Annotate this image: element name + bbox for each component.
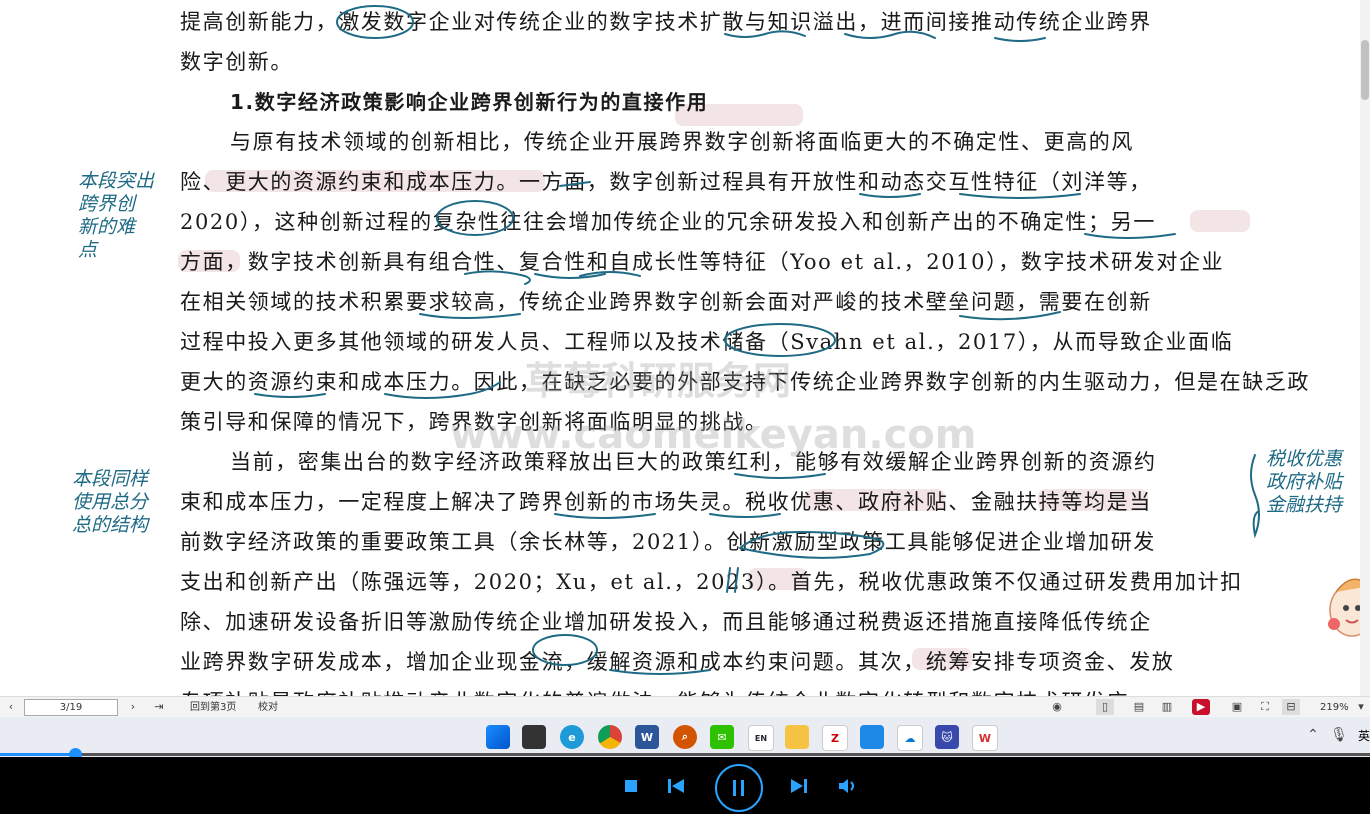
doc-line-13: 束和成本压力，一定程度上解决了跨界创新的市场失灵。税收优惠、政府补贴、金融扶持等…	[180, 490, 1152, 514]
search-app-icon[interactable]: ⌕	[673, 725, 697, 749]
doc-line-4: 与原有技术领域的创新相比，传统企业开展跨界数字创新将面临更大的不确定性、更高的风	[230, 130, 1134, 154]
notes-app-icon[interactable]	[860, 725, 884, 749]
video-progress-fill	[0, 753, 76, 756]
vertical-scrollbar[interactable]	[1360, 0, 1370, 696]
document-viewer: 提高创新能力，激发数字企业对传统企业的数字技术扩散与知识溢出，进而间接推动传统企…	[0, 0, 1370, 696]
task-view-icon[interactable]	[522, 725, 546, 749]
last-page-icon[interactable]: ⇥	[150, 699, 168, 715]
watermark-url: www.caomeikeyan.com	[450, 412, 977, 458]
page-number-input[interactable]: 3/19	[24, 699, 118, 716]
doc-line-6: 2020），这种创新过程的复杂性往往会增加传统企业的冗余研发投入和创新产出的不确…	[180, 210, 1156, 234]
margin-note-left-2: 本段同样 使用总分 总的结构	[72, 468, 149, 536]
zoom-dropdown-icon[interactable]: ▾	[1352, 699, 1370, 715]
viewer-statusbar: ‹ 3/19 › ⇥ 回到第3页 校对 ◉ ▯ ▤ ▥ ▶ ▣ ⛶ ⊟ 219%…	[0, 696, 1370, 718]
single-page-icon[interactable]: ▯	[1096, 699, 1114, 715]
doc-line-5: 险、更大的资源约束和成本压力。一方面，数字创新过程具有开放性和动态交互性特征（刘…	[180, 170, 1152, 194]
eye-mode-icon[interactable]: ◉	[1048, 699, 1066, 715]
dual-page-icon[interactable]: ▥	[1158, 699, 1176, 715]
doc-line-17: 业跨界数字研发成本，增加企业现金流，缓解资源和成本约束问题。其次，统筹安排专项资…	[180, 650, 1175, 674]
zoom-level[interactable]: 219%	[1320, 700, 1349, 715]
fit-width-icon[interactable]: ⊟	[1282, 699, 1300, 715]
video-progress-bar[interactable]	[0, 748, 1370, 761]
pause-button[interactable]	[715, 764, 763, 812]
chrome-browser-icon[interactable]	[598, 725, 622, 749]
cat-app-icon[interactable]: 🐱	[935, 725, 959, 749]
proofread-button[interactable]: 校对	[258, 700, 278, 715]
microphone-icon[interactable]: 🎙	[1330, 727, 1348, 743]
wps-app-icon[interactable]: W	[972, 725, 998, 751]
doc-line-18: 专项补贴是政府补贴推动产业数字化的普遍做法，能够为传统企业数字化转型和数字技术研…	[180, 682, 1250, 696]
scrollbar-thumb[interactable]	[1361, 40, 1369, 100]
next-track-icon[interactable]	[784, 771, 814, 801]
margin-note-right: 税收优惠 政府补贴 金融扶持	[1266, 448, 1343, 516]
section-heading: 1.数字经济政策影响企业跨界创新行为的直接作用	[230, 90, 709, 114]
word-app-icon[interactable]: W	[635, 725, 659, 749]
windows-start-icon[interactable]	[486, 725, 510, 749]
doc-line-1: 提高创新能力，激发数字企业对传统企业的数字技术扩散与知识溢出，进而间接推动传统企…	[180, 10, 1152, 34]
edge-browser-icon[interactable]: e	[560, 725, 584, 749]
fullscreen-icon[interactable]: ⛶	[1256, 699, 1274, 715]
onedrive-app-icon[interactable]: ☁	[897, 725, 923, 751]
back-to-page-button[interactable]: 回到第3页	[190, 700, 236, 715]
prev-page-icon[interactable]: ‹	[2, 699, 20, 715]
doc-line-2: 数字创新。	[180, 50, 293, 74]
volume-icon[interactable]	[833, 771, 863, 801]
zotero-app-icon[interactable]: Z	[822, 725, 848, 751]
input-language-indicator[interactable]: 英	[1358, 729, 1370, 744]
next-page-icon[interactable]: ›	[124, 699, 142, 715]
play-slideshow-icon[interactable]: ▶	[1192, 699, 1210, 715]
eudic-dictionary-icon[interactable]: EN	[748, 725, 774, 751]
doc-line-15: 支出和创新产出（陈强远等，2020；Xu，et al.，2023）。首先，税收优…	[180, 570, 1243, 594]
doc-line-7: 方面，数字技术创新具有组合性、复合性和自成长性等特征（Yoo et al.，20…	[180, 250, 1225, 274]
video-player-controls	[0, 757, 1370, 814]
watermark-title: 草莓科研服务网	[525, 359, 792, 403]
margin-note-left-1: 本段突出 跨界创 新的难 点	[78, 170, 155, 261]
fit-page-icon[interactable]: ▣	[1228, 699, 1246, 715]
wechat-app-icon[interactable]: ✉	[710, 725, 734, 749]
previous-track-icon[interactable]	[661, 771, 691, 801]
system-tray-expand-icon[interactable]: ⌃	[1304, 727, 1322, 743]
stop-icon[interactable]	[616, 771, 646, 801]
file-explorer-icon[interactable]	[785, 725, 809, 749]
doc-line-14: 前数字经济政策的重要政策工具（余长林等，2021）。创新激励型政策工具能够促进企…	[180, 530, 1156, 554]
doc-line-16: 除、加速研发设备折旧等激励传统企业增加研发投入，而且能够通过税费返还措施直接降低…	[180, 610, 1152, 634]
continuous-page-icon[interactable]: ▤	[1130, 699, 1148, 715]
doc-line-8: 在相关领域的技术积累要求较高，传统企业跨界数字创新会面对严峻的技术壁垒问题，需要…	[180, 290, 1152, 314]
windows-taskbar: e W ⌕ ✉ EN Z ☁ 🐱 W ⌃ 🎙 英	[0, 717, 1370, 757]
